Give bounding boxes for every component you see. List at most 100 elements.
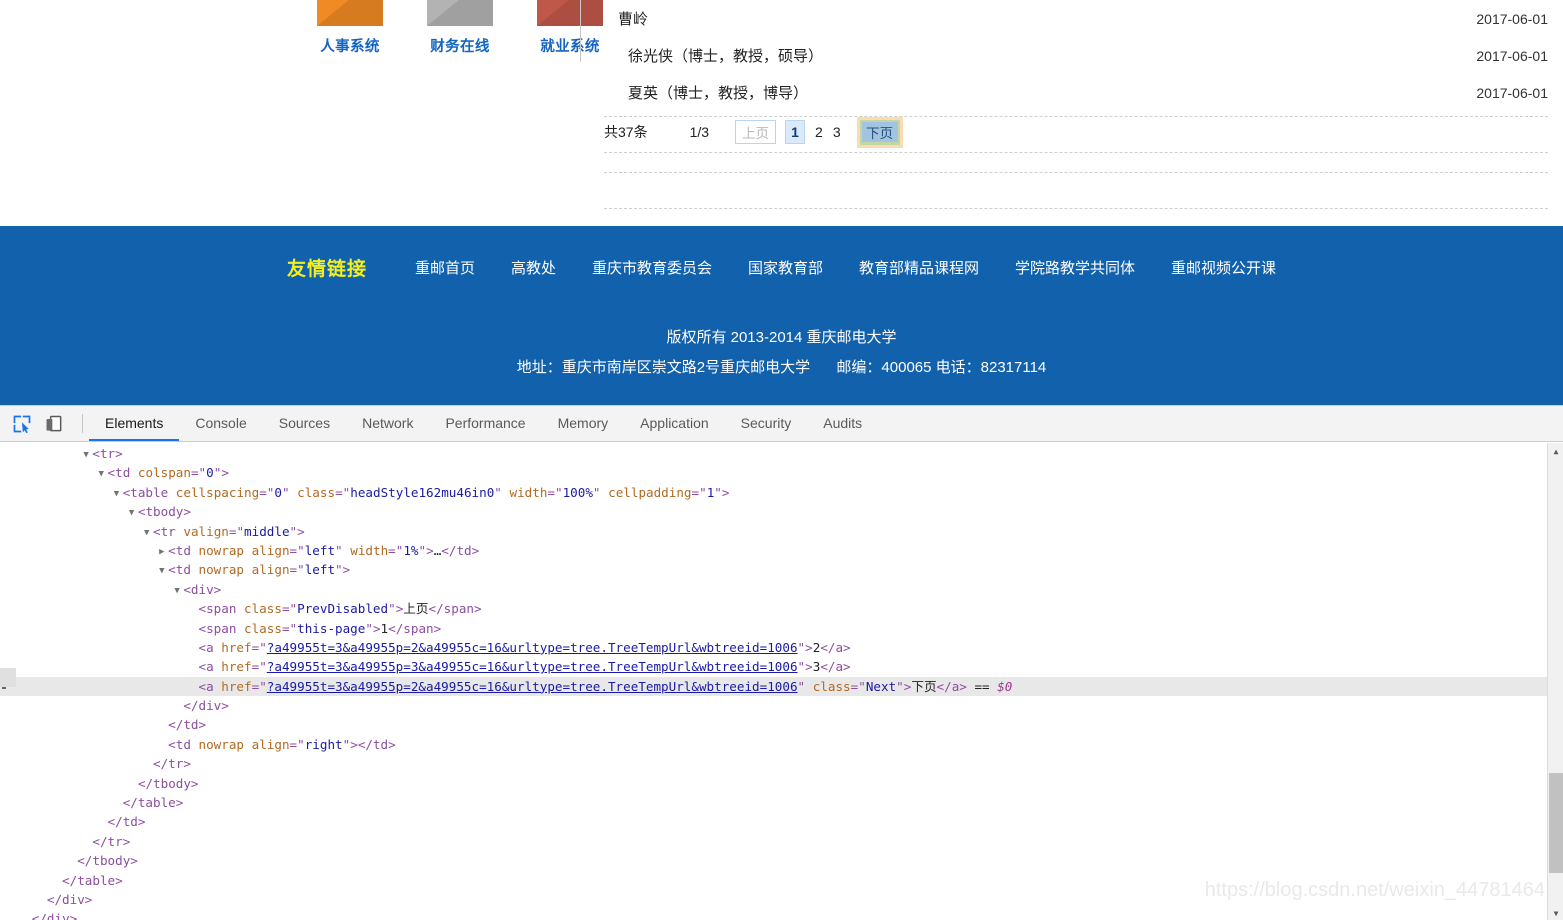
tab-network[interactable]: Network [346, 406, 429, 441]
list-item-name: 夏英（博士，教授，博导） [628, 84, 809, 102]
dom-node[interactable]: <td nowrap align="left"> [0, 560, 1563, 579]
quick-link-finance[interactable]: 财务在线 [420, 0, 500, 56]
dom-node[interactable]: <table cellspacing="0" class="headStyle1… [0, 483, 1563, 502]
devtools-scrollbar[interactable]: ▲ ▼ [1547, 443, 1563, 920]
devtools-toolbar: Elements Console Sources Network Perform… [0, 406, 1563, 442]
list-item-date: 2017-06-01 [1476, 84, 1548, 101]
dom-node-source: <a href="?a49955t=3&a49955p=2&a49955c=16… [198, 678, 1013, 694]
dom-node[interactable]: </div> [0, 696, 1563, 715]
shield-icon [537, 0, 603, 26]
dom-node-source: <tbody> [137, 504, 191, 520]
dom-node-source: </td> [168, 717, 207, 733]
dom-node-source: </table> [62, 872, 123, 888]
footer-link-chongqing-edu-commission[interactable]: 重庆市教育委员会 [592, 257, 712, 278]
footer-address: 地址：重庆市南岸区崇文路2号重庆邮电大学 [516, 359, 811, 376]
dom-node[interactable]: </tbody> [0, 851, 1563, 870]
list-item-date: 2017-06-01 [1476, 10, 1548, 27]
dom-node[interactable]: <tr> [0, 444, 1563, 463]
dom-node-source: </div> [31, 911, 78, 920]
footer-link-higher-edu[interactable]: 高教处 [511, 257, 556, 278]
dom-node-source: <td nowrap align="left" width="1%">…</td… [168, 542, 480, 558]
dom-node[interactable]: <td nowrap align="right"></td> [0, 735, 1563, 754]
footer-link-moe-courses[interactable]: 教育部精品课程网 [859, 257, 979, 278]
people-list: 曹岭 2017-06-01 徐光侠（博士，教授，硕导） 2017-06-01 夏… [604, 0, 1548, 111]
dom-node-source: </div> [46, 891, 93, 907]
dom-node[interactable]: <td colspan="0"> [0, 463, 1563, 482]
dom-node-source: <span class="this-page">1</span> [198, 620, 442, 636]
tab-elements[interactable]: Elements [89, 406, 180, 441]
dom-node-source: <td nowrap align="left"> [168, 562, 351, 578]
list-item[interactable]: 徐光侠（博士，教授，硕导） 2017-06-01 [604, 37, 1548, 74]
dom-node-source: <tr> [92, 446, 123, 461]
pagination-next-highlight: 下页 [856, 116, 903, 148]
dom-node-source: <a href="?a49955t=3&a49955p=3&a49955c=16… [198, 659, 851, 675]
tab-security[interactable]: Security [725, 406, 808, 441]
dom-node-source: </tr> [92, 833, 131, 849]
footer-link-ministry-of-education[interactable]: 国家教育部 [748, 257, 823, 278]
dom-node[interactable]: </td> [0, 812, 1563, 831]
dom-node[interactable]: <span class="this-page">1</span> [0, 619, 1563, 638]
friend-links-title: 友情链接 [286, 259, 367, 280]
dom-node[interactable]: <tr valign="middle"> [0, 522, 1563, 541]
pagination-next-link[interactable]: 下页 [861, 121, 898, 142]
footer-postal-phone: 邮编：400065 电话：82317114 [836, 359, 1047, 376]
dom-node[interactable]: </tbody> [0, 774, 1563, 793]
dom-node[interactable]: </div> [0, 890, 1563, 909]
dom-tree[interactable]: <tr> <td colspan="0"> <table cellspacing="… [0, 442, 1563, 920]
device-toolbar-icon[interactable] [44, 414, 64, 434]
dom-node[interactable]: </td> [0, 715, 1563, 734]
dom-node[interactable]: <tbody> [0, 502, 1563, 521]
quick-link-employment[interactable]: 就业系统 [530, 0, 610, 56]
dom-node-source: <tr valign="middle"> [153, 523, 305, 539]
devtools-tabs: Elements Console Sources Network Perform… [89, 406, 878, 441]
tab-memory[interactable]: Memory [542, 406, 625, 441]
quick-link-label: 人事系统 [320, 39, 380, 55]
no-triangle-spacer [23, 911, 32, 920]
tab-performance[interactable]: Performance [429, 406, 541, 441]
dom-node-source: <div> [183, 581, 222, 597]
dom-node[interactable]: <div> [0, 580, 1563, 599]
footer-link-cqupt-home[interactable]: 重邮首页 [415, 257, 475, 278]
divider [604, 116, 1548, 117]
dom-node-source: <td nowrap align="right"></td> [168, 736, 396, 752]
dom-node-source: <span class="PrevDisabled">上页</span> [198, 601, 482, 617]
list-item[interactable]: 夏英（博士，教授，博导） 2017-06-01 [604, 74, 1548, 111]
dom-node-selected[interactable]: <a href="?a49955t=3&a49955p=2&a49955c=16… [0, 676, 1563, 697]
pagination-page-2[interactable]: 2 [815, 124, 823, 140]
scroll-up-arrow[interactable]: ▲ [1548, 443, 1563, 459]
tab-audits[interactable]: Audits [807, 406, 878, 441]
dom-node-source: </td> [107, 814, 146, 830]
inspect-element-icon[interactable] [12, 414, 32, 434]
scroll-down-arrow[interactable]: ▼ [1548, 905, 1563, 920]
dom-node[interactable]: </table> [0, 871, 1563, 890]
list-item-date: 2017-06-01 [1476, 47, 1548, 64]
dom-node[interactable]: <td nowrap align="left" width="1%">…</td… [0, 541, 1563, 560]
dom-node[interactable]: </tr> [0, 832, 1563, 851]
website-area: 人事系统 财务在线 就业系统 曹岭 2017-06-01 徐光侠（博士，教授，硕… [0, 0, 1563, 405]
dom-node[interactable]: </table> [0, 793, 1563, 812]
quick-link-personnel[interactable]: 人事系统 [310, 0, 390, 56]
column-divider [580, 0, 581, 62]
selected-row-gutter-mark [0, 668, 16, 687]
pagination-page-3[interactable]: 3 [833, 124, 841, 140]
list-item-name: 曹岭 [618, 10, 649, 28]
dom-node[interactable]: </div> [0, 909, 1563, 920]
dom-node[interactable]: <a href="?a49955t=3&a49955p=3&a49955c=16… [0, 657, 1563, 676]
divider [604, 208, 1548, 209]
dom-node-source: </tbody> [77, 853, 138, 869]
dom-node[interactable]: <a href="?a49955t=3&a49955p=2&a49955c=16… [0, 638, 1563, 657]
footer-link-open-video-courses[interactable]: 重邮视频公开课 [1171, 257, 1276, 278]
footer-address-line: 地址：重庆市南岸区崇文路2号重庆邮电大学 邮编：400065 电话：823171… [0, 356, 1563, 377]
pagination-total: 共37条 [604, 124, 648, 140]
tab-application[interactable]: Application [624, 406, 725, 441]
pagination-prev-disabled: 上页 [735, 120, 777, 144]
dom-node[interactable]: <span class="PrevDisabled">上页</span> [0, 599, 1563, 618]
dom-node[interactable]: </tr> [0, 754, 1563, 773]
screenshot-root: 人事系统 财务在线 就业系统 曹岭 2017-06-01 徐光侠（博士，教授，硕… [0, 0, 1563, 920]
tab-sources[interactable]: Sources [263, 406, 346, 441]
footer-link-xueyuanlu-consortium[interactable]: 学院路教学共同体 [1015, 257, 1135, 278]
list-item-name: 徐光侠（博士，教授，硕导） [628, 47, 824, 65]
list-item[interactable]: 曹岭 2017-06-01 [604, 0, 1548, 37]
tab-console[interactable]: Console [179, 406, 262, 441]
scrollbar-thumb[interactable] [1549, 773, 1563, 873]
